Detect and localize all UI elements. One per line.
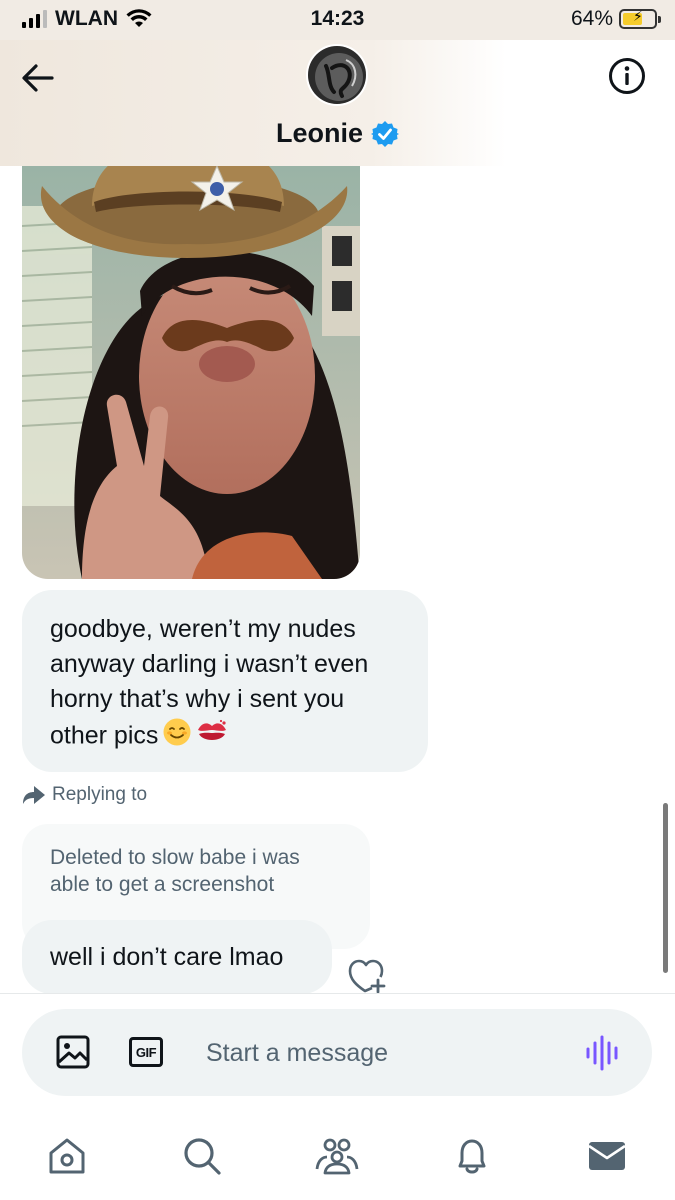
communities-icon bbox=[315, 1138, 359, 1175]
verified-badge-icon bbox=[371, 120, 399, 147]
smiling-face-emoji-icon bbox=[162, 717, 192, 757]
message-bubble[interactable]: goodbye, weren’t my nudes anyway darling… bbox=[22, 590, 428, 772]
image-message[interactable] bbox=[22, 166, 360, 579]
conversation-info-button[interactable] bbox=[607, 56, 647, 96]
nav-messages[interactable] bbox=[585, 1134, 629, 1178]
gif-icon: GIF bbox=[135, 1044, 157, 1060]
nav-search[interactable] bbox=[180, 1134, 224, 1178]
nav-communities[interactable] bbox=[315, 1134, 359, 1178]
contact-name-row[interactable]: Leonie bbox=[0, 118, 675, 149]
quoted-text: Deleted to slow babe i was able to get a… bbox=[50, 846, 300, 896]
conversation-header: Leonie bbox=[0, 40, 675, 166]
bell-icon bbox=[458, 1139, 486, 1174]
voice-message-button[interactable] bbox=[584, 1035, 622, 1071]
react-button[interactable] bbox=[348, 958, 388, 994]
message-text: well i don’t care lmao bbox=[50, 943, 284, 971]
message-bubble[interactable]: well i don’t care lmao bbox=[22, 920, 332, 994]
message-input[interactable] bbox=[206, 1035, 566, 1071]
info-icon bbox=[609, 58, 645, 94]
reply-indicator: Replying to bbox=[22, 784, 147, 806]
message-composer: GIF bbox=[22, 1009, 652, 1096]
back-arrow-icon bbox=[22, 64, 54, 92]
avatar-image bbox=[308, 46, 366, 104]
bottom-navigation bbox=[0, 1104, 675, 1200]
kiss-mark-emoji-icon bbox=[196, 718, 228, 756]
status-bar: WLAN 14:23 64% ⚡ bbox=[0, 0, 675, 40]
contact-name: Leonie bbox=[275, 118, 363, 148]
scrollbar[interactable] bbox=[663, 803, 668, 973]
nav-home[interactable] bbox=[45, 1134, 89, 1178]
selfie-with-filter bbox=[22, 166, 360, 579]
reply-label: Replying to bbox=[52, 784, 148, 805]
add-photo-button[interactable] bbox=[56, 1035, 90, 1069]
back-button[interactable] bbox=[16, 56, 60, 100]
home-icon bbox=[49, 1138, 85, 1174]
avatar[interactable] bbox=[306, 44, 368, 106]
charging-bolt-icon: ⚡ bbox=[633, 8, 643, 24]
nav-notifications[interactable] bbox=[450, 1134, 494, 1178]
voice-icon bbox=[586, 1035, 618, 1071]
search-icon bbox=[184, 1138, 221, 1175]
status-right: 64% ⚡ bbox=[570, 7, 661, 31]
mail-icon bbox=[588, 1142, 626, 1170]
battery-icon: ⚡ bbox=[619, 8, 661, 29]
battery-percent: 64% bbox=[570, 7, 613, 30]
gif-button[interactable]: GIF bbox=[129, 1037, 163, 1067]
heart-plus-icon bbox=[348, 959, 386, 994]
reply-arrow-icon bbox=[23, 786, 45, 804]
image-icon bbox=[56, 1035, 90, 1069]
